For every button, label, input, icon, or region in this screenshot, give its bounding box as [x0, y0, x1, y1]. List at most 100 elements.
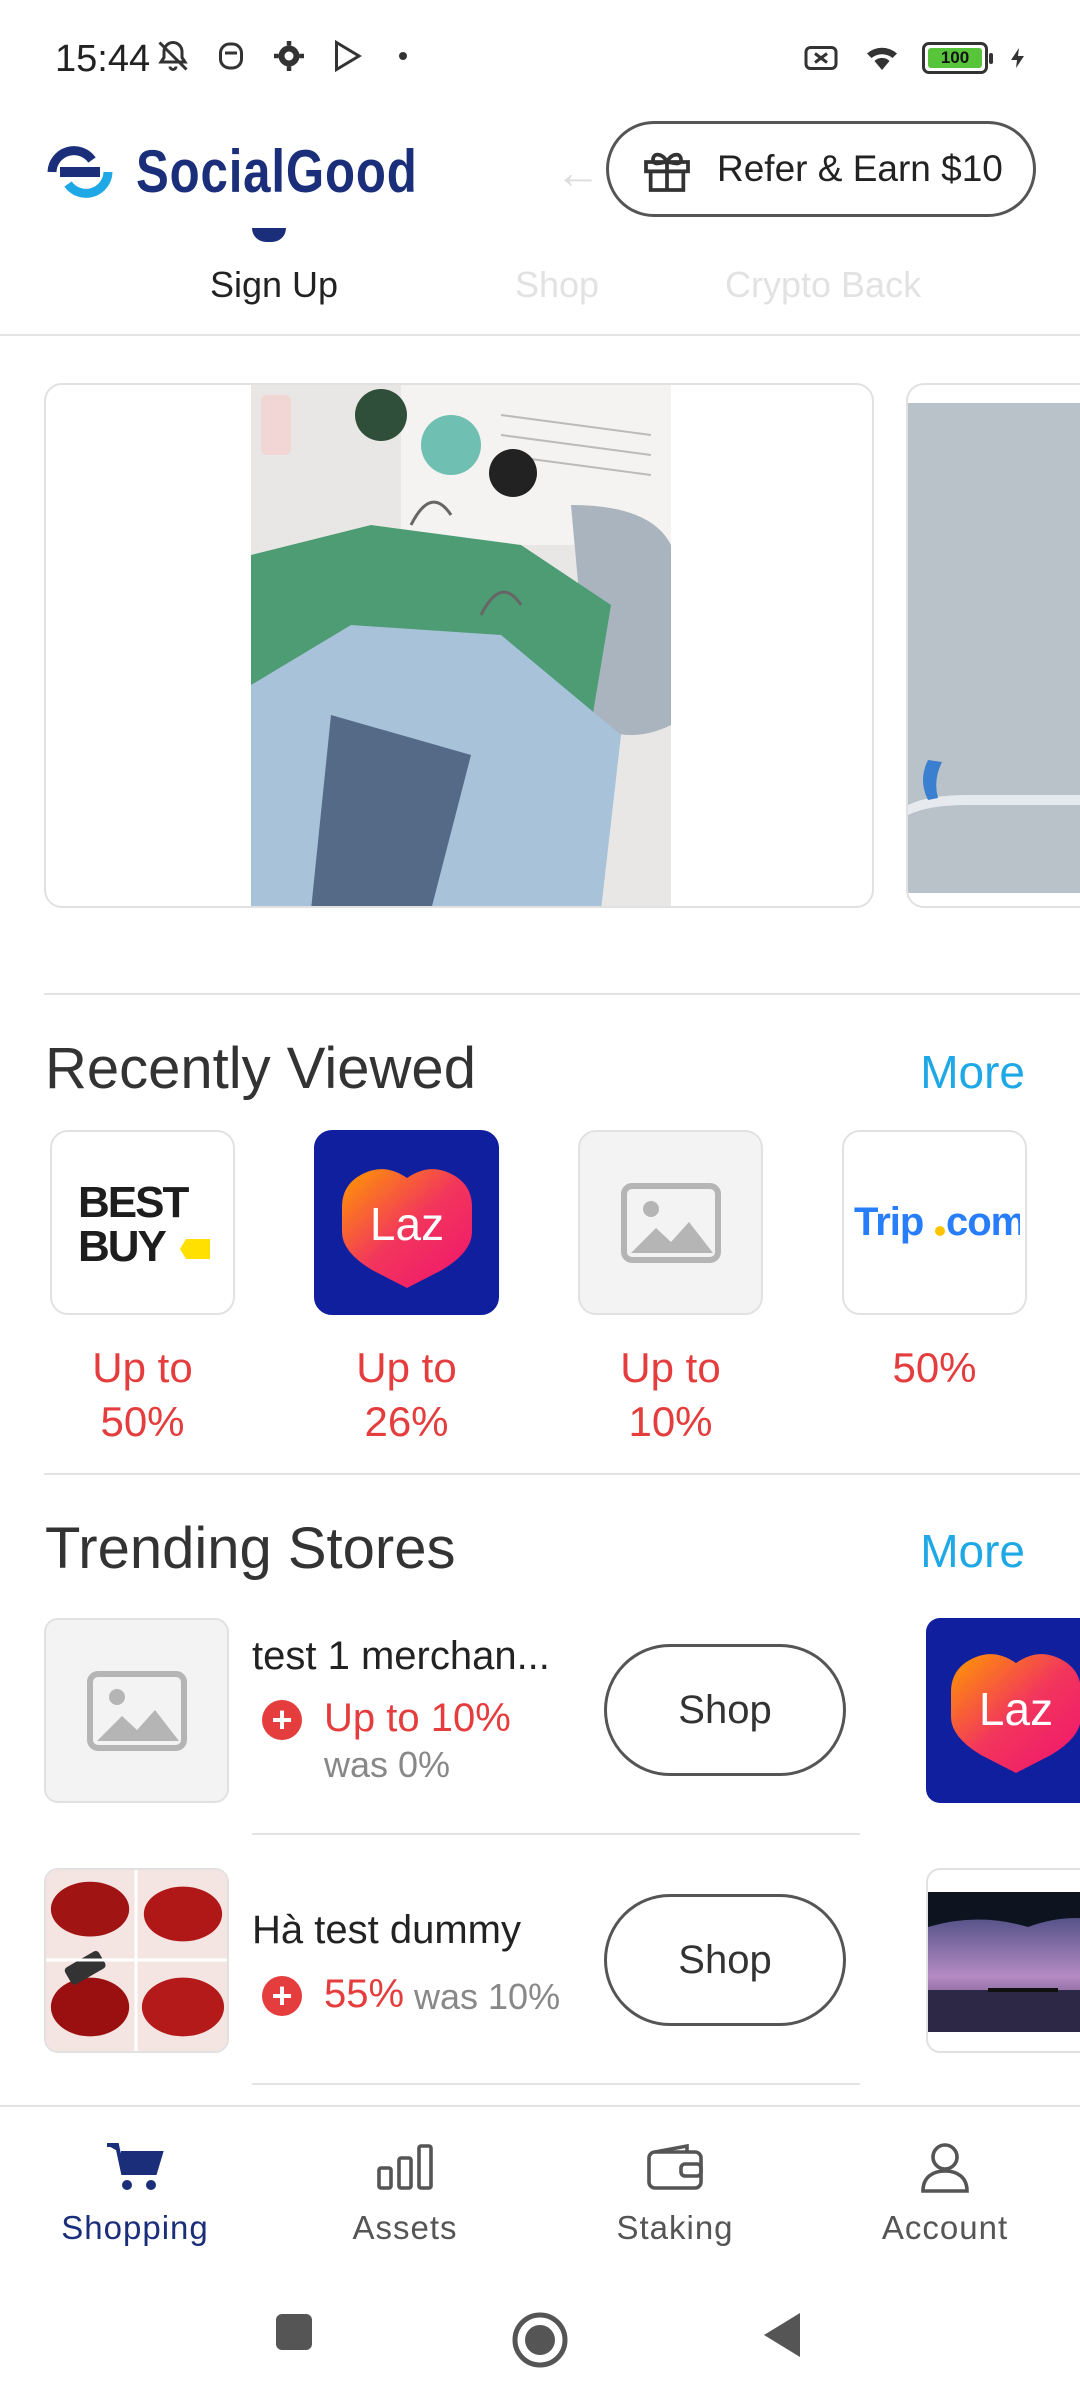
banner-card-next[interactable] — [906, 383, 1080, 908]
image-placeholder-icon — [620, 1182, 721, 1263]
section-divider — [44, 993, 1080, 995]
wallet-icon — [647, 2143, 703, 2190]
trending-stores-more-link[interactable]: More — [920, 1524, 1025, 1578]
recent-store-cashback: Up to 50% — [50, 1341, 235, 1449]
trending-store-row[interactable]: Hà test dummy + 55% was 10% Shop — [44, 1868, 1080, 2053]
svg-text:Laz: Laz — [979, 1683, 1053, 1735]
bar-chart-icon — [377, 2144, 433, 2190]
store-thumbnail — [44, 1618, 229, 1803]
nav-label: Shopping — [61, 2209, 209, 2246]
bestbuy-logo-icon: BEST BUY — [78, 1178, 210, 1271]
status-time: 15:44 — [55, 38, 151, 80]
face-icon — [219, 42, 243, 70]
system-navigation-bar — [0, 2280, 1080, 2400]
cart-icon — [107, 2143, 164, 2190]
nav-shopping[interactable]: Shopping — [35, 2137, 235, 2247]
recent-store-cashback: 50% — [842, 1341, 1027, 1395]
bell-off-icon — [158, 40, 188, 71]
lazada-logo-icon: Laz — [951, 1654, 1080, 1773]
store-name: Hà test dummy — [252, 1908, 521, 1952]
refer-earn-button[interactable]: Refer & Earn $10 — [606, 121, 1036, 217]
store-name: test 1 merchan... — [252, 1634, 550, 1678]
status-icons-left — [155, 38, 407, 74]
recent-store-item[interactable]: BEST BUY Up to 50% — [50, 1130, 235, 1449]
image-placeholder-icon — [86, 1670, 187, 1751]
shop-button[interactable]: Shop — [604, 1894, 846, 2026]
socialgood-logo-icon — [47, 145, 113, 198]
lazada-logo: Laz — [314, 1130, 499, 1315]
nav-icon-wrap — [575, 2137, 775, 2197]
banner-card[interactable] — [44, 383, 874, 908]
cashback-line2: 50% — [100, 1398, 185, 1445]
svg-text:Laz: Laz — [369, 1198, 443, 1250]
logo-text: SocialGood — [136, 138, 418, 205]
recents-square-icon[interactable] — [272, 2310, 316, 2354]
trending-store-row[interactable]: test 1 merchan... + Up to 10% was 0% Sho… — [44, 1618, 1080, 1803]
shop-button[interactable]: Shop — [604, 1644, 846, 1776]
svg-text:BEST: BEST — [78, 1178, 189, 1227]
nav-icon-wrap — [305, 2137, 505, 2197]
recent-store-item[interactable]: Trip com 50% — [842, 1130, 1027, 1395]
store-previous-rate: was 10% — [414, 1976, 561, 2017]
status-bar: 15:44 100 — [0, 0, 1080, 110]
gear-icon — [274, 41, 304, 71]
recently-viewed-more-link[interactable]: More — [920, 1045, 1025, 1099]
recent-store-cashback: Up to 26% — [314, 1341, 499, 1449]
tab-shop[interactable]: Shop — [515, 264, 599, 306]
banner-airplane-image — [908, 403, 1080, 893]
svg-text:BUY: BUY — [78, 1222, 167, 1271]
battery-icon: 100 — [922, 42, 993, 74]
notification-dot — [399, 52, 407, 60]
nav-account[interactable]: Account — [845, 2137, 1045, 2247]
svg-text:com: com — [946, 1200, 1020, 1244]
nav-staking[interactable]: Staking — [575, 2137, 775, 2247]
cashback-line1: Up to — [92, 1344, 193, 1391]
plus-icon: + — [262, 1700, 302, 1740]
status-icons-right: 100 — [800, 40, 1030, 76]
plus-icon: + — [262, 1976, 302, 2016]
row-separator — [252, 2083, 860, 2085]
nav-assets[interactable]: Assets — [305, 2137, 505, 2247]
next-store-thumbnail[interactable] — [926, 1868, 1080, 2053]
nav-icon-wrap — [845, 2137, 1045, 2197]
charging-icon — [1011, 48, 1024, 68]
bottom-navigation: Shopping Assets Staking Account — [0, 2105, 1080, 2275]
store-cashback-rate: Up to 10% — [324, 1696, 511, 1740]
nav-label: Account — [881, 2209, 1009, 2246]
tab-crypto-back[interactable]: Crypto Back — [725, 264, 921, 306]
recent-store-item[interactable]: Laz Up to 26% — [314, 1130, 499, 1449]
row-separator — [252, 1833, 860, 1835]
tab-bar: Sign Up Shop Crypto Back — [0, 228, 1080, 336]
app-logo: SocialGood — [42, 137, 479, 206]
wifi-icon — [867, 47, 897, 70]
person-icon — [921, 2143, 969, 2193]
recent-store-item[interactable]: Up to 10% — [578, 1130, 763, 1449]
gift-icon — [644, 152, 690, 192]
cashback-line1: 50% — [892, 1344, 977, 1391]
bestbuy-logo: BEST BUY — [50, 1130, 235, 1315]
banner-clothes-image — [251, 385, 671, 906]
nav-label: Staking — [616, 2209, 734, 2246]
nav-label: Assets — [352, 2209, 458, 2246]
recently-viewed-title: Recently Viewed — [45, 1036, 476, 1101]
home-circle-icon[interactable] — [510, 2310, 570, 2370]
svg-text:Trip: Trip — [854, 1200, 923, 1244]
cashback-line1: Up to — [620, 1344, 721, 1391]
banner-carousel[interactable] — [0, 383, 1080, 908]
app-header: SocialGood ← Refer & Earn $10 — [0, 115, 1080, 225]
placeholder-logo — [578, 1130, 763, 1315]
tab-sign-up[interactable]: Sign Up — [210, 264, 338, 306]
cashback-line2: 26% — [364, 1398, 449, 1445]
recent-store-cashback: Up to 10% — [578, 1341, 763, 1449]
store-thumbnail — [44, 1868, 229, 2053]
tripcom-logo: Trip com — [842, 1130, 1027, 1315]
lake-sunset-image — [928, 1892, 1080, 2032]
trending-stores-title: Trending Stores — [45, 1516, 456, 1581]
back-triangle-icon[interactable] — [760, 2310, 804, 2360]
store-cashback-rate: 55% — [324, 1972, 405, 2016]
cashback-line1: Up to — [356, 1344, 457, 1391]
no-sim-icon — [804, 46, 838, 70]
play-store-icon — [335, 39, 362, 73]
next-store-thumbnail[interactable]: Laz — [926, 1618, 1080, 1803]
lazada-logo-icon: Laz — [341, 1168, 472, 1288]
